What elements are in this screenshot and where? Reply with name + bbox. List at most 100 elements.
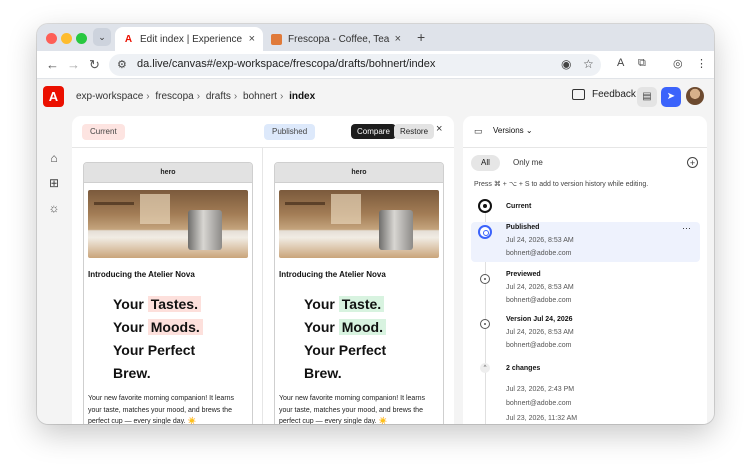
version-author: bohnert@adobe.com [506,400,572,407]
browser-toolbar: ← → ↻ ⚙ da.live/canvas#/exp-workspace/fr… [37,51,714,79]
tracking-protection-icon[interactable]: ◉ [561,57,571,71]
versions-dropdown[interactable]: Versions ⌄ [493,126,533,135]
block-header: hero [84,163,252,183]
hero-image [279,190,439,258]
tab-bar: ⌄ A Edit index | Experience Workspace × … [37,24,714,51]
block-header: hero [275,163,443,183]
lightbulb-icon[interactable]: ☼ [47,201,61,215]
divider [262,147,263,424]
frescopa-favicon-icon [271,33,282,45]
extensions-icon[interactable]: ⧉ [638,57,646,70]
hero-heading: Introducing the Atelier Nova [279,270,386,279]
breadcrumb-current: index [289,91,316,102]
blocks-icon[interactable]: ⊞ [47,176,61,190]
tagline-text: Brew. [113,365,151,381]
app-area: A exp-workspace › frescopa › drafts › bohne… [37,79,714,424]
filter-only-me[interactable]: Only me [503,155,553,171]
version-entry-named[interactable]: Version Jul 24, 2026 Jul 24, 2026, 8:53 … [471,314,700,354]
zoom-window-button[interactable] [76,33,87,44]
current-label: Current [82,124,125,140]
version-name: 2 changes [506,365,541,372]
compare-button[interactable]: Compare [351,124,396,139]
feedback-button[interactable]: Feedback [572,89,636,100]
address-bar[interactable]: ⚙ da.live/canvas#/exp-workspace/frescopa… [109,54,601,76]
reload-icon[interactable]: ↻ [89,57,100,73]
added-text: Mood. [338,319,386,335]
version-date: Jul 23, 2026, 2:43 PM [506,386,575,393]
version-entry-current[interactable]: Current [471,196,700,216]
version-node-icon [480,319,490,329]
close-tab-icon[interactable]: × [249,33,255,45]
close-tab-icon[interactable]: × [395,33,401,45]
version-date: Jul 24, 2026, 8:53 AM [506,237,574,244]
tab-title: Frescopa - Coffee, Tea & Accessories [288,33,391,45]
breadcrumb-item[interactable]: frescopa [155,91,193,102]
tab-search-icon[interactable]: ⌄ [93,28,111,46]
divider [72,147,454,148]
browser-menu-icon[interactable]: ⋮ [696,57,707,70]
version-name: Current [506,203,532,210]
close-compare-icon[interactable]: × [436,123,442,135]
hero-tagline: Your Tastes. Your Moods. Your Perfect Br… [113,293,203,385]
published-version-column: hero Introducing the Atelier Nova Your T… [274,162,444,424]
versions-panel: ▭ Versions ⌄ All Only me + Press ⌘ + ⌥ +… [463,116,707,424]
version-entry-autosave[interactable]: Jul 23, 2026, 2:43 PM bohnert@adobe.com [471,380,700,412]
tab-frescopa[interactable]: Frescopa - Coffee, Tea & Accessories × [263,27,409,51]
profile-icon[interactable]: ◎ [673,57,683,70]
avatar[interactable] [686,87,704,105]
breadcrumb: exp-workspace › frescopa › drafts › bohnert… [76,91,315,102]
tagline-text: Your Perfect [113,342,196,358]
breadcrumb-separator: › [146,91,150,102]
version-group-changes[interactable]: ^ 2 changes [471,360,700,376]
adobe-logo[interactable]: A [43,86,64,107]
tagline-text: Brew. [304,365,342,381]
filter-all[interactable]: All [471,155,500,171]
version-name: Version Jul 24, 2026 [506,316,573,323]
current-node-icon [478,199,492,213]
hero-tagline: Your Taste. Your Mood. Your Perfect Brew… [304,293,386,385]
home-icon[interactable]: ⌂ [47,151,61,165]
tagline-text: Your [304,319,335,335]
more-options-icon[interactable]: ⋯ [682,223,691,234]
add-version-icon[interactable]: + [687,157,698,168]
version-entry-previewed[interactable]: Previewed Jul 24, 2026, 8:53 AM bohnert@… [471,269,700,309]
breadcrumb-item[interactable]: drafts [206,91,231,102]
version-author: bohnert@adobe.com [506,250,572,257]
breadcrumb-item[interactable]: exp-workspace [76,91,143,102]
version-author: bohnert@adobe.com [506,297,572,304]
panel-toggle-icon[interactable]: ▭ [474,126,483,137]
version-author: bohnert@adobe.com [506,342,572,349]
breadcrumb-item[interactable]: bohnert [243,91,277,102]
published-node-icon [478,225,492,239]
breadcrumb-separator: › [279,91,284,102]
hero-paragraph: Your new favorite morning companion! It … [88,395,235,424]
version-date: Jul 24, 2026, 8:53 AM [506,284,574,291]
restore-button[interactable]: Restore [394,124,435,139]
hero-paragraph: Your new favorite morning companion! It … [279,395,426,424]
tab-title: Edit index | Experience Workspace [140,33,245,45]
chevron-up-icon[interactable]: ^ [480,363,490,373]
minimize-window-button[interactable] [61,33,72,44]
tagline-text: Your [113,296,144,312]
publish-send-icon[interactable]: ➤ [661,87,681,107]
version-date: Jul 23, 2026, 11:32 AM [506,415,578,422]
published-label: Published [264,124,316,140]
document-icon[interactable]: ▤ [637,87,657,107]
added-text: Taste. [338,296,385,312]
compare-panel: Current Published Compare Restore × hero… [72,116,454,424]
divider [463,147,707,148]
chevron-down-icon: ⌄ [525,126,533,135]
translate-icon[interactable]: A [617,57,624,69]
bookmark-star-icon[interactable]: ☆ [583,57,594,71]
new-tab-button[interactable]: + [417,29,425,45]
forward-arrow-icon[interactable]: → [67,57,80,73]
version-entry-published[interactable]: Published Jul 24, 2026, 8:53 AM bohnert@… [471,222,700,262]
version-entry-autosave[interactable]: Jul 23, 2026, 11:32 AM [471,414,700,424]
close-window-button[interactable] [46,33,57,44]
back-arrow-icon[interactable]: ← [46,57,59,73]
version-date: Jul 24, 2026, 8:53 AM [506,329,574,336]
tab-edit-index[interactable]: A Edit index | Experience Workspace × [115,27,263,51]
url-text: da.live/canvas#/exp-workspace/frescopa/d… [137,58,436,70]
site-settings-icon[interactable]: ⚙ [117,58,127,71]
hero-heading: Introducing the Atelier Nova [88,270,195,279]
